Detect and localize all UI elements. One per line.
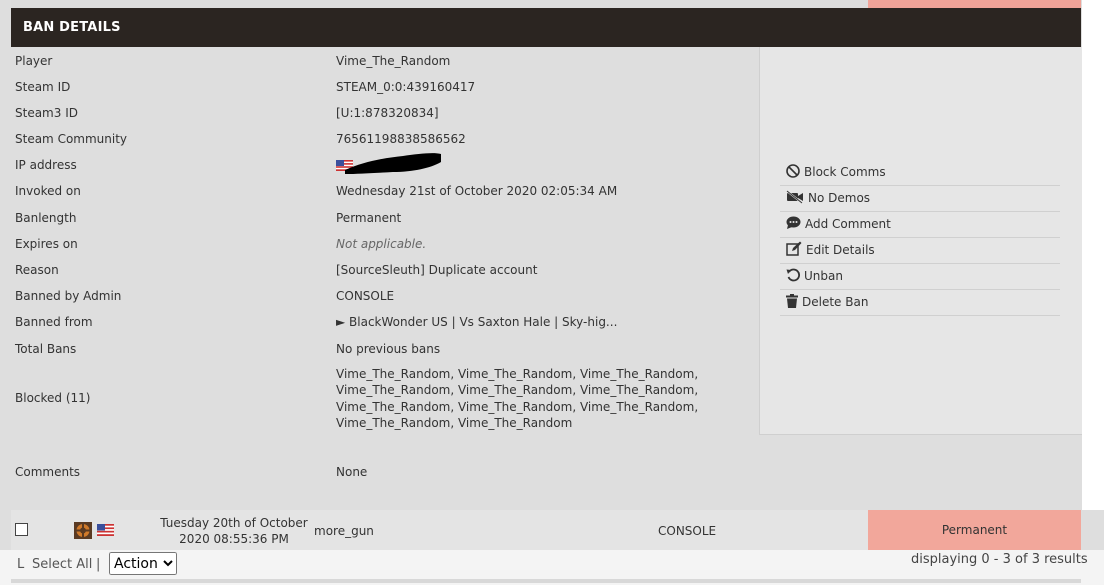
detail-value-blocked-line-1: Vime_The_Random, Vime_The_Random, Vime_T… [336,367,699,381]
edit-details-label: Edit Details [806,243,875,257]
row-checkbox[interactable] [15,523,28,536]
block-icon [780,163,804,181]
select-all-corner-glyph: L [17,557,25,572]
ban-admin: CONSOLE [658,524,717,538]
no-demos-action[interactable]: No Demos [780,185,1060,212]
ban-actions-panel: Block Comms No Demos Add Comment Edit De… [759,47,1082,435]
block-comms-action[interactable]: Block Comms [780,159,1060,186]
action-select[interactable]: Action [109,552,177,575]
results-count: displaying 0 - 3 of 3 results [911,552,1088,567]
block-comms-label: Block Comms [804,165,886,179]
detail-label-reason: Reason [15,263,59,277]
ban-date-line-2: 2020 08:55:36 PM [179,532,289,546]
ban-details-header: BAN DETAILS [11,8,1081,47]
detail-label-steam-community: Steam Community [15,132,128,146]
ban-date-line-1: Tuesday 20th of October [160,516,308,530]
ban-details-title: BAN DETAILS [23,20,121,35]
detail-value-steam-community-link[interactable]: 76561198838586562 [336,132,466,146]
ban-details-table: Player Vime_The_Random Steam ID STEAM_0:… [11,47,759,510]
ban-player-name: more_gun [314,524,374,538]
edit-details-action[interactable]: Edit Details [780,237,1060,264]
detail-label-comments: Comments [15,465,81,479]
tf2-game-icon [74,522,92,539]
add-comment-action[interactable]: Add Comment [780,211,1060,238]
detail-label-steam3-id: Steam3 ID [15,106,78,120]
no-demos-label: No Demos [808,191,871,205]
detail-label-blocked: Blocked (11) [15,391,91,405]
trash-icon [780,293,802,311]
video-off-icon [780,189,808,207]
detail-value-expires-on: Not applicable. [336,237,427,251]
detail-value-reason: [SourceSleuth] Duplicate account [336,263,538,277]
detail-value-blocked-line-3: Vime_The_Random, Vime_The_Random, Vime_T… [336,400,699,414]
detail-value-banned-from-server[interactable]: ► BlackWonder US | Vs Saxton Hale | Sky-… [336,315,617,329]
bottom-divider [11,579,1081,583]
detail-value-blocked-line-2: Vime_The_Random, Vime_The_Random, Vime_T… [336,383,699,397]
ban-date: Tuesday 20th of October 2020 08:55:36 PM [151,515,317,547]
detail-label-invoked-on: Invoked on [15,184,81,198]
delete-ban-label: Delete Ban [802,295,869,309]
add-comment-label: Add Comment [805,217,891,231]
edit-icon [780,241,806,259]
undo-icon [780,268,804,285]
select-all-link[interactable]: Select All [32,557,92,572]
detail-value-invoked-on: Wednesday 21st of October 2020 02:05:34 … [336,184,618,198]
right-gutter [1082,0,1104,510]
delete-ban-action[interactable]: Delete Ban [780,289,1060,316]
detail-label-total-bans: Total Bans [15,342,77,356]
comment-icon [780,216,805,233]
ban-length: Permanent [941,523,1008,537]
detail-label-steam-id: Steam ID [15,80,71,94]
detail-label-player: Player [15,54,53,68]
previous-row-length-cell [868,0,1081,8]
detail-value-steam3-id: [U:1:878320834] [336,106,439,120]
previous-row-strip [11,0,1081,8]
redacted-ip-mark [343,152,443,176]
detail-label-banned-from: Banned from [15,315,93,329]
footer-separator: | [96,557,101,572]
ban-length-cell: Permanent [868,510,1081,550]
detail-value-total-bans: No previous bans [336,342,441,356]
us-flag-icon [97,524,114,536]
detail-value-banlength: Permanent [336,211,402,225]
detail-label-expires-on: Expires on [15,237,78,251]
detail-label-ip-address: IP address [15,158,77,172]
table-row[interactable]: Tuesday 20th of October 2020 08:55:36 PM… [11,510,1081,550]
unban-label: Unban [804,269,843,283]
detail-value-banned-by-admin: CONSOLE [336,289,395,303]
detail-value-blocked-line-4: Vime_The_Random, Vime_The_Random [336,416,573,430]
detail-value-player: Vime_The_Random [336,54,451,68]
detail-label-banned-by-admin: Banned by Admin [15,289,122,303]
detail-value-steam-id: STEAM_0:0:439160417 [336,80,476,94]
unban-action[interactable]: Unban [780,263,1060,290]
detail-value-comments: None [336,465,368,479]
detail-label-banlength: Banlength [15,211,77,225]
